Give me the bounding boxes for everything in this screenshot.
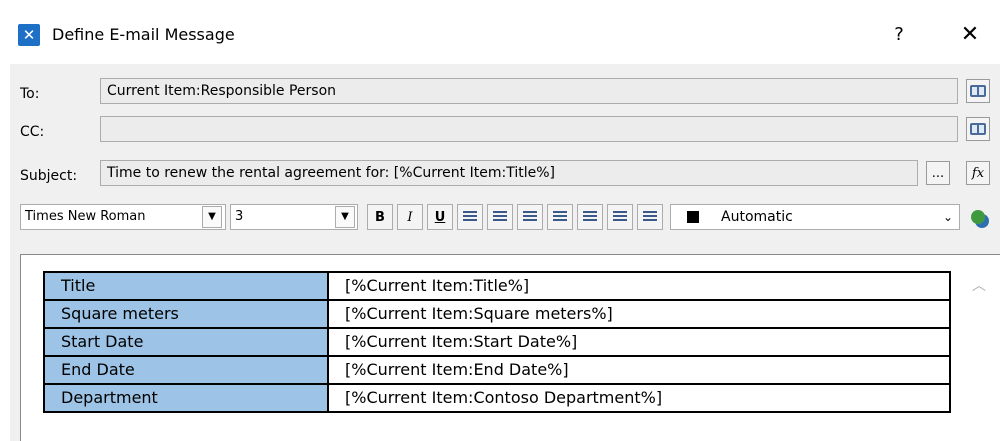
color-select[interactable]: Automatic ⌄ [670,204,960,230]
align-center-icon [493,211,507,223]
table-row: Start Date [%Current Item:Start Date%] [43,327,951,357]
outdent-icon [613,211,627,223]
table-cell-key: Title [43,271,329,301]
table-row: Square meters [%Current Item:Square mete… [43,299,951,329]
table-row: Department [%Current Item:Contoso Depart… [43,383,951,413]
link-icon [971,210,985,224]
font-name: Times New Roman [25,209,146,224]
table-cell-value: [%Current Item:End Date%] [327,355,951,385]
indent-button[interactable] [637,204,663,230]
title-bar: ✕ Define E-mail Message ? ✕ [0,0,1000,62]
message-body-editor[interactable]: Title [%Current Item:Title%] Square mete… [20,254,1000,441]
font-size: 3 [235,209,244,224]
subject-label: Subject: [20,168,78,184]
font-select[interactable]: Times New Roman [20,204,226,230]
table-cell-key: End Date [43,355,329,385]
table-row: Title [%Current Item:Title%] [43,271,951,301]
close-button[interactable]: ✕ [955,20,985,50]
bold-button[interactable]: B [367,204,393,230]
formula-button[interactable]: fx [966,161,990,185]
table-cell-value: [%Current Item:Start Date%] [327,327,951,357]
table-cell-key: Square meters [43,299,329,329]
cc-label: CC: [20,124,45,140]
table-cell-value: [%Current Item:Square meters%] [327,299,951,329]
color-swatch [687,211,699,223]
numbered-list-button[interactable] [547,204,573,230]
outdent-button[interactable] [607,204,633,230]
chevron-down-icon: ⌄ [942,210,953,224]
underline-button[interactable]: U [427,204,453,230]
help-button[interactable]: ? [885,22,913,48]
to-field[interactable]: Current Item:Responsible Person [100,78,958,104]
bullet-list-button[interactable] [577,204,603,230]
scroll-up-icon[interactable]: ︿ [972,275,986,295]
align-right-icon [523,211,537,223]
chevron-down-icon: ▼ [208,211,216,222]
table-cell-key: Start Date [43,327,329,357]
bullet-list-icon [583,211,597,223]
align-right-button[interactable] [517,204,543,230]
formula-icon: fx [971,165,985,181]
font-dropdown-button[interactable]: ▼ [202,206,222,228]
app-logo-icon: ✕ [18,24,40,46]
to-label: To: [20,86,40,102]
cc-field[interactable] [100,116,958,142]
message-body-table: Title [%Current Item:Title%] Square mete… [43,271,951,413]
to-address-book-button[interactable] [966,79,990,103]
table-row: End Date [%Current Item:End Date%] [43,355,951,385]
insert-link-button[interactable] [966,204,990,230]
chevron-down-icon: ▼ [341,211,349,222]
table-cell-value: [%Current Item:Title%] [327,271,951,301]
table-cell-key: Department [43,383,329,413]
align-left-button[interactable] [457,204,483,230]
numbered-list-icon [553,211,567,223]
table-cell-value: [%Current Item:Contoso Department%] [327,383,951,413]
subject-lookup-button[interactable]: ... [926,161,950,185]
address-book-icon [970,123,986,135]
size-dropdown-button[interactable]: ▼ [335,206,355,228]
cc-address-book-button[interactable] [966,117,990,141]
italic-button[interactable]: I [397,204,423,230]
indent-icon [643,211,657,223]
color-label: Automatic [721,209,793,225]
align-left-icon [463,211,477,223]
align-center-button[interactable] [487,204,513,230]
window-title: Define E-mail Message [52,25,235,44]
address-book-icon [970,85,986,97]
subject-field[interactable]: Time to renew the rental agreement for: … [100,160,918,186]
